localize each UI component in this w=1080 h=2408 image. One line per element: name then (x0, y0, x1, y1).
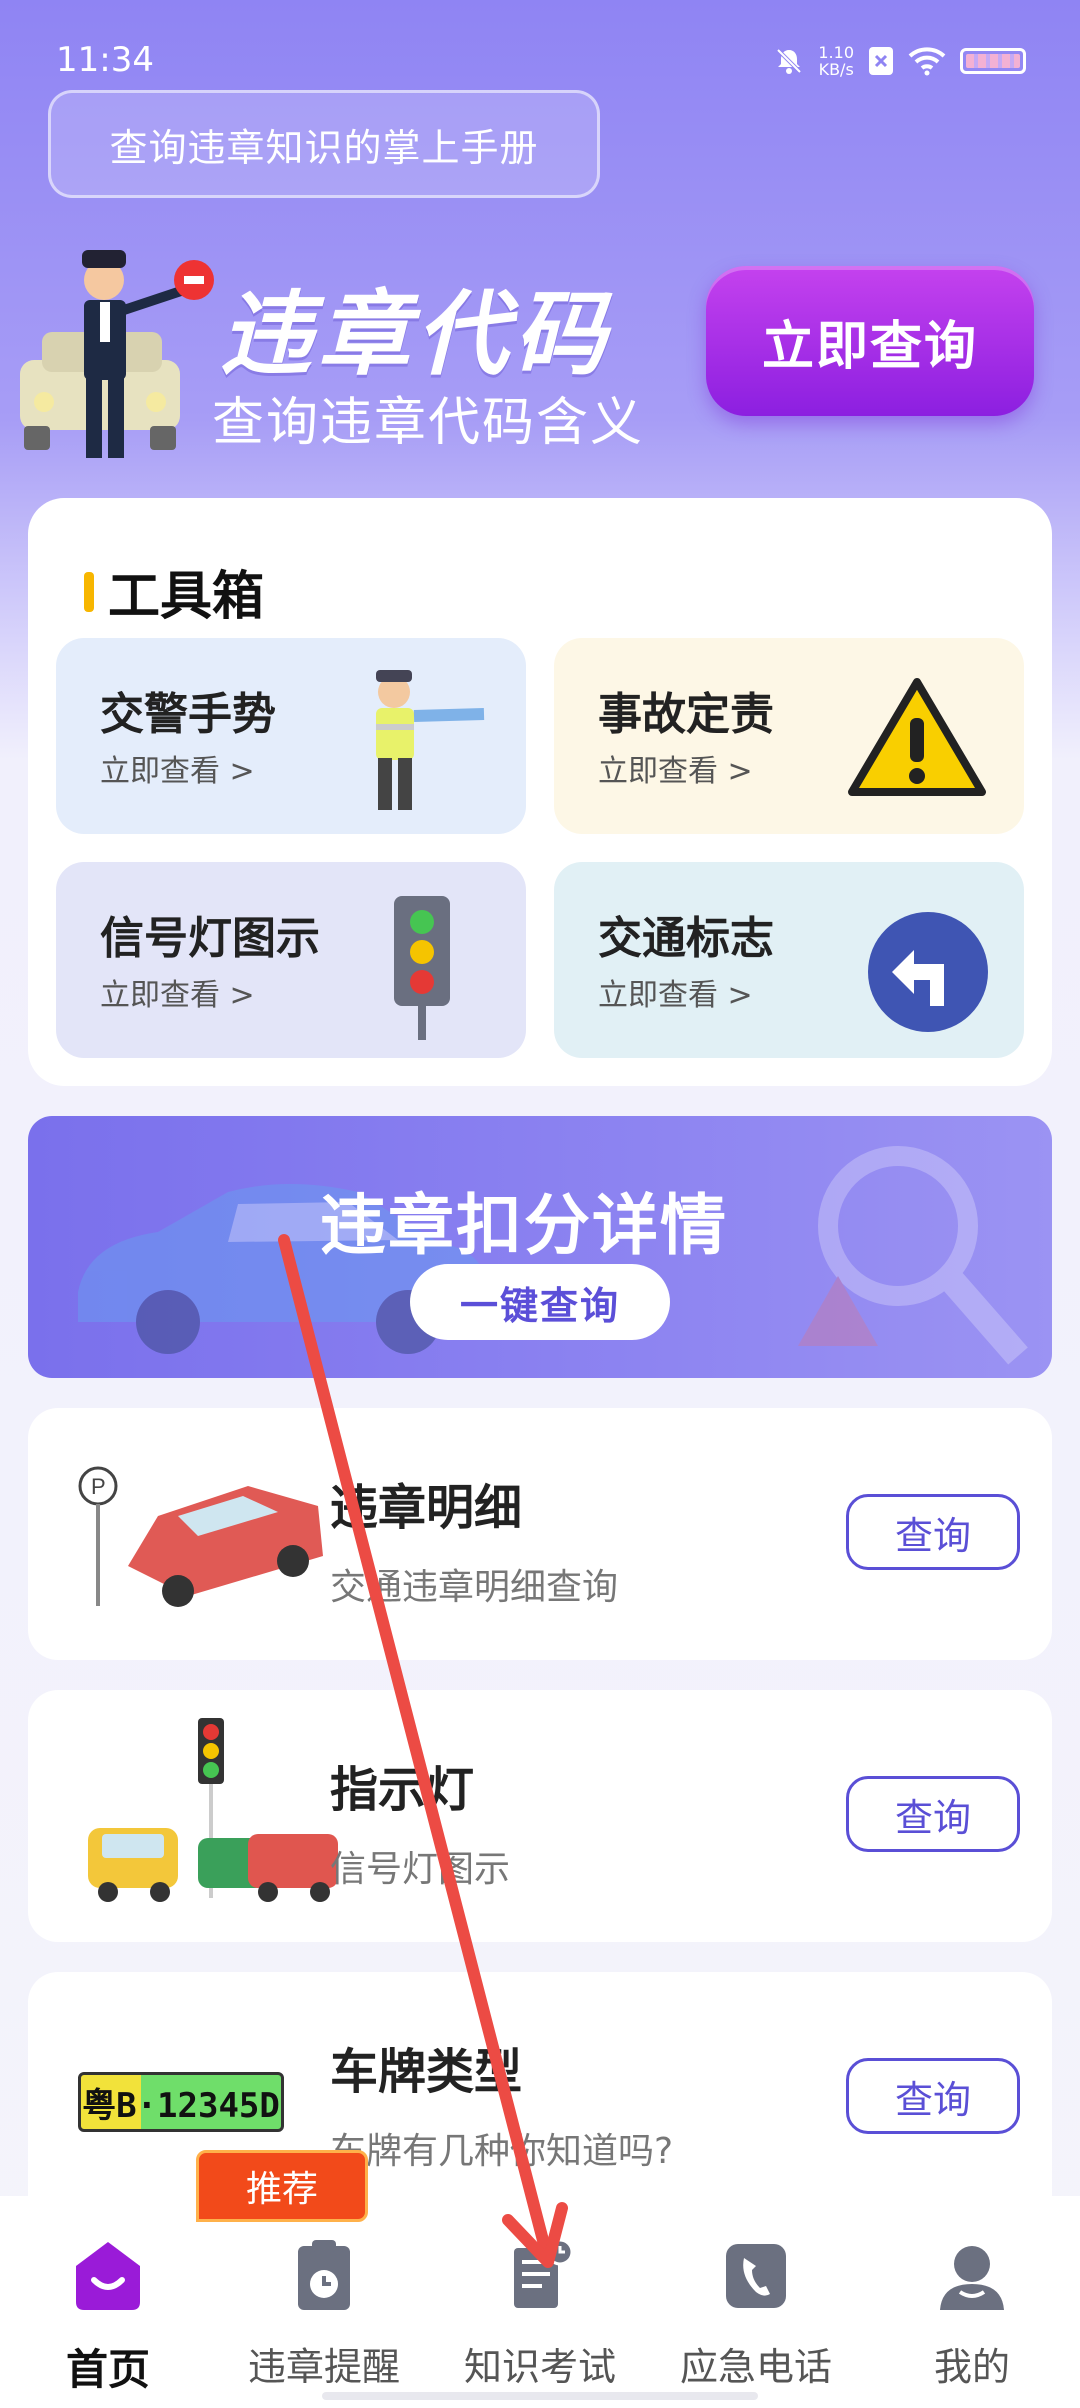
hero-subtitle: 查询违章代码含义 (212, 393, 645, 453)
tab-violation-reminder[interactable]: 违章提醒 (216, 2236, 432, 2396)
list-item-subtitle: 交通违章明细查询 (330, 1567, 619, 1608)
traffic-police-icon (376, 670, 485, 810)
bottom-tab-bar: 首页 违章提醒 知识考试 应急电话 我的 (0, 2196, 1080, 2408)
tile-title: 交警手势 (100, 689, 276, 740)
home-icon (76, 2242, 140, 2310)
tile-accident-liability[interactable]: 事故定责 立即查看 > (554, 638, 1024, 834)
query-now-button[interactable]: 立即查询 (706, 266, 1034, 416)
battery-icon (960, 48, 1026, 74)
user-icon (940, 2246, 1004, 2310)
list-item-violation-details[interactable]: P 违章明细 交通违章明细查询 查询 (28, 1408, 1052, 1660)
tile-subtitle: 立即查看 > (100, 978, 255, 1013)
mute-bell-icon (776, 48, 802, 74)
police-car-illustration (20, 250, 214, 458)
magnifier-illustration (798, 1146, 1028, 1365)
tab-home[interactable]: 首页 (0, 2236, 216, 2396)
tile-title: 交通标志 (598, 913, 774, 964)
query-button[interactable]: 查询 (846, 2058, 1020, 2134)
toolbox-accent-bar (84, 571, 94, 612)
deduction-banner[interactable]: 违章扣分详情 一键查询 (28, 1116, 1052, 1378)
tile-signal-light-diagram[interactable]: 信号灯图示 立即查看 > (56, 862, 526, 1058)
tile-traffic-gestures[interactable]: 交警手势 立即查看 > (56, 638, 526, 834)
one-click-query-button[interactable]: 一键查询 (410, 1264, 670, 1340)
license-plate-illustration: 粤B·12345D (78, 2072, 284, 2132)
traffic-light-icon (394, 896, 450, 1040)
exam-paper-icon (514, 2238, 574, 2308)
tile-subtitle: 立即查看 > (100, 754, 255, 789)
tile-subtitle: 立即查看 > (598, 978, 753, 1013)
status-time: 11:34 (56, 40, 154, 80)
net-speed-value: 1.10 (818, 43, 854, 62)
tab-emergency-phone[interactable]: 应急电话 (648, 2236, 864, 2396)
toolbox-header: 工具箱 (84, 554, 264, 629)
home-indicator[interactable] (322, 2392, 758, 2400)
tile-title: 信号灯图示 (100, 913, 320, 964)
tab-knowledge-exam[interactable]: 知识考试 (432, 2236, 648, 2396)
tile-subtitle: 立即查看 > (598, 754, 753, 789)
list-item-indicator-light[interactable]: 指示灯 信号灯图示 查询 (28, 1690, 1052, 1942)
wifi-icon (908, 47, 946, 76)
tab-label: 首页 (65, 2345, 150, 2394)
tab-mine[interactable]: 我的 (864, 2236, 1080, 2396)
list-item-subtitle: 信号灯图示 (330, 1849, 511, 1890)
status-icons: 1.10 KB/s (774, 44, 1026, 78)
license-plate-text: 粤B·12345D (82, 2085, 280, 2126)
tile-title: 事故定责 (598, 689, 774, 740)
tab-label: 知识考试 (463, 2345, 616, 2389)
tab-label: 我的 (933, 2345, 1010, 2389)
svg-text:P: P (91, 1474, 106, 1499)
net-speed-unit: KB/s (818, 60, 854, 79)
list-item-title: 违章明细 (330, 1480, 523, 1536)
banner-title: 违章扣分详情 (320, 1187, 728, 1264)
net-speed: 1.10 KB/s (818, 44, 854, 78)
tab-label: 应急电话 (679, 2345, 832, 2389)
query-button[interactable]: 查询 (846, 1776, 1020, 1852)
turn-left-sign-icon (868, 912, 988, 1032)
cars-traffic-light-illustration (88, 1718, 338, 1902)
hero-violation-code: 违章代码 查询违章代码含义 立即查询 (0, 230, 1080, 470)
toolbox-card: 工具箱 交警手势 立即查看 > 事故定责 立即查看 > 信号灯图示 立即查看 > (28, 498, 1052, 1086)
list-item-subtitle: 车牌有几种你知道吗? (330, 2131, 674, 2172)
query-button[interactable]: 查询 (846, 1494, 1020, 1570)
warning-triangle-icon (848, 678, 986, 796)
red-car-parking-illustration: P (78, 1466, 323, 1607)
sim-x-icon (869, 47, 893, 75)
hero-title: 违章代码 (220, 281, 613, 388)
clipboard-clock-icon (298, 2240, 350, 2310)
recommend-badge: 推荐 (196, 2150, 368, 2222)
list-item-plate-type[interactable]: 粤B·12345D 车牌类型 车牌有几种你知道吗? 查询 (28, 1972, 1052, 2232)
handbook-slogan: 查询违章知识的掌上手册 (48, 90, 600, 198)
tile-traffic-signs[interactable]: 交通标志 立即查看 > (554, 862, 1024, 1058)
list-item-title: 车牌类型 (330, 2044, 523, 2100)
phone-icon (726, 2244, 786, 2308)
tab-label: 违章提醒 (247, 2345, 400, 2389)
list-item-title: 指示灯 (330, 1762, 475, 1818)
toolbox-title: 工具箱 (108, 567, 265, 627)
